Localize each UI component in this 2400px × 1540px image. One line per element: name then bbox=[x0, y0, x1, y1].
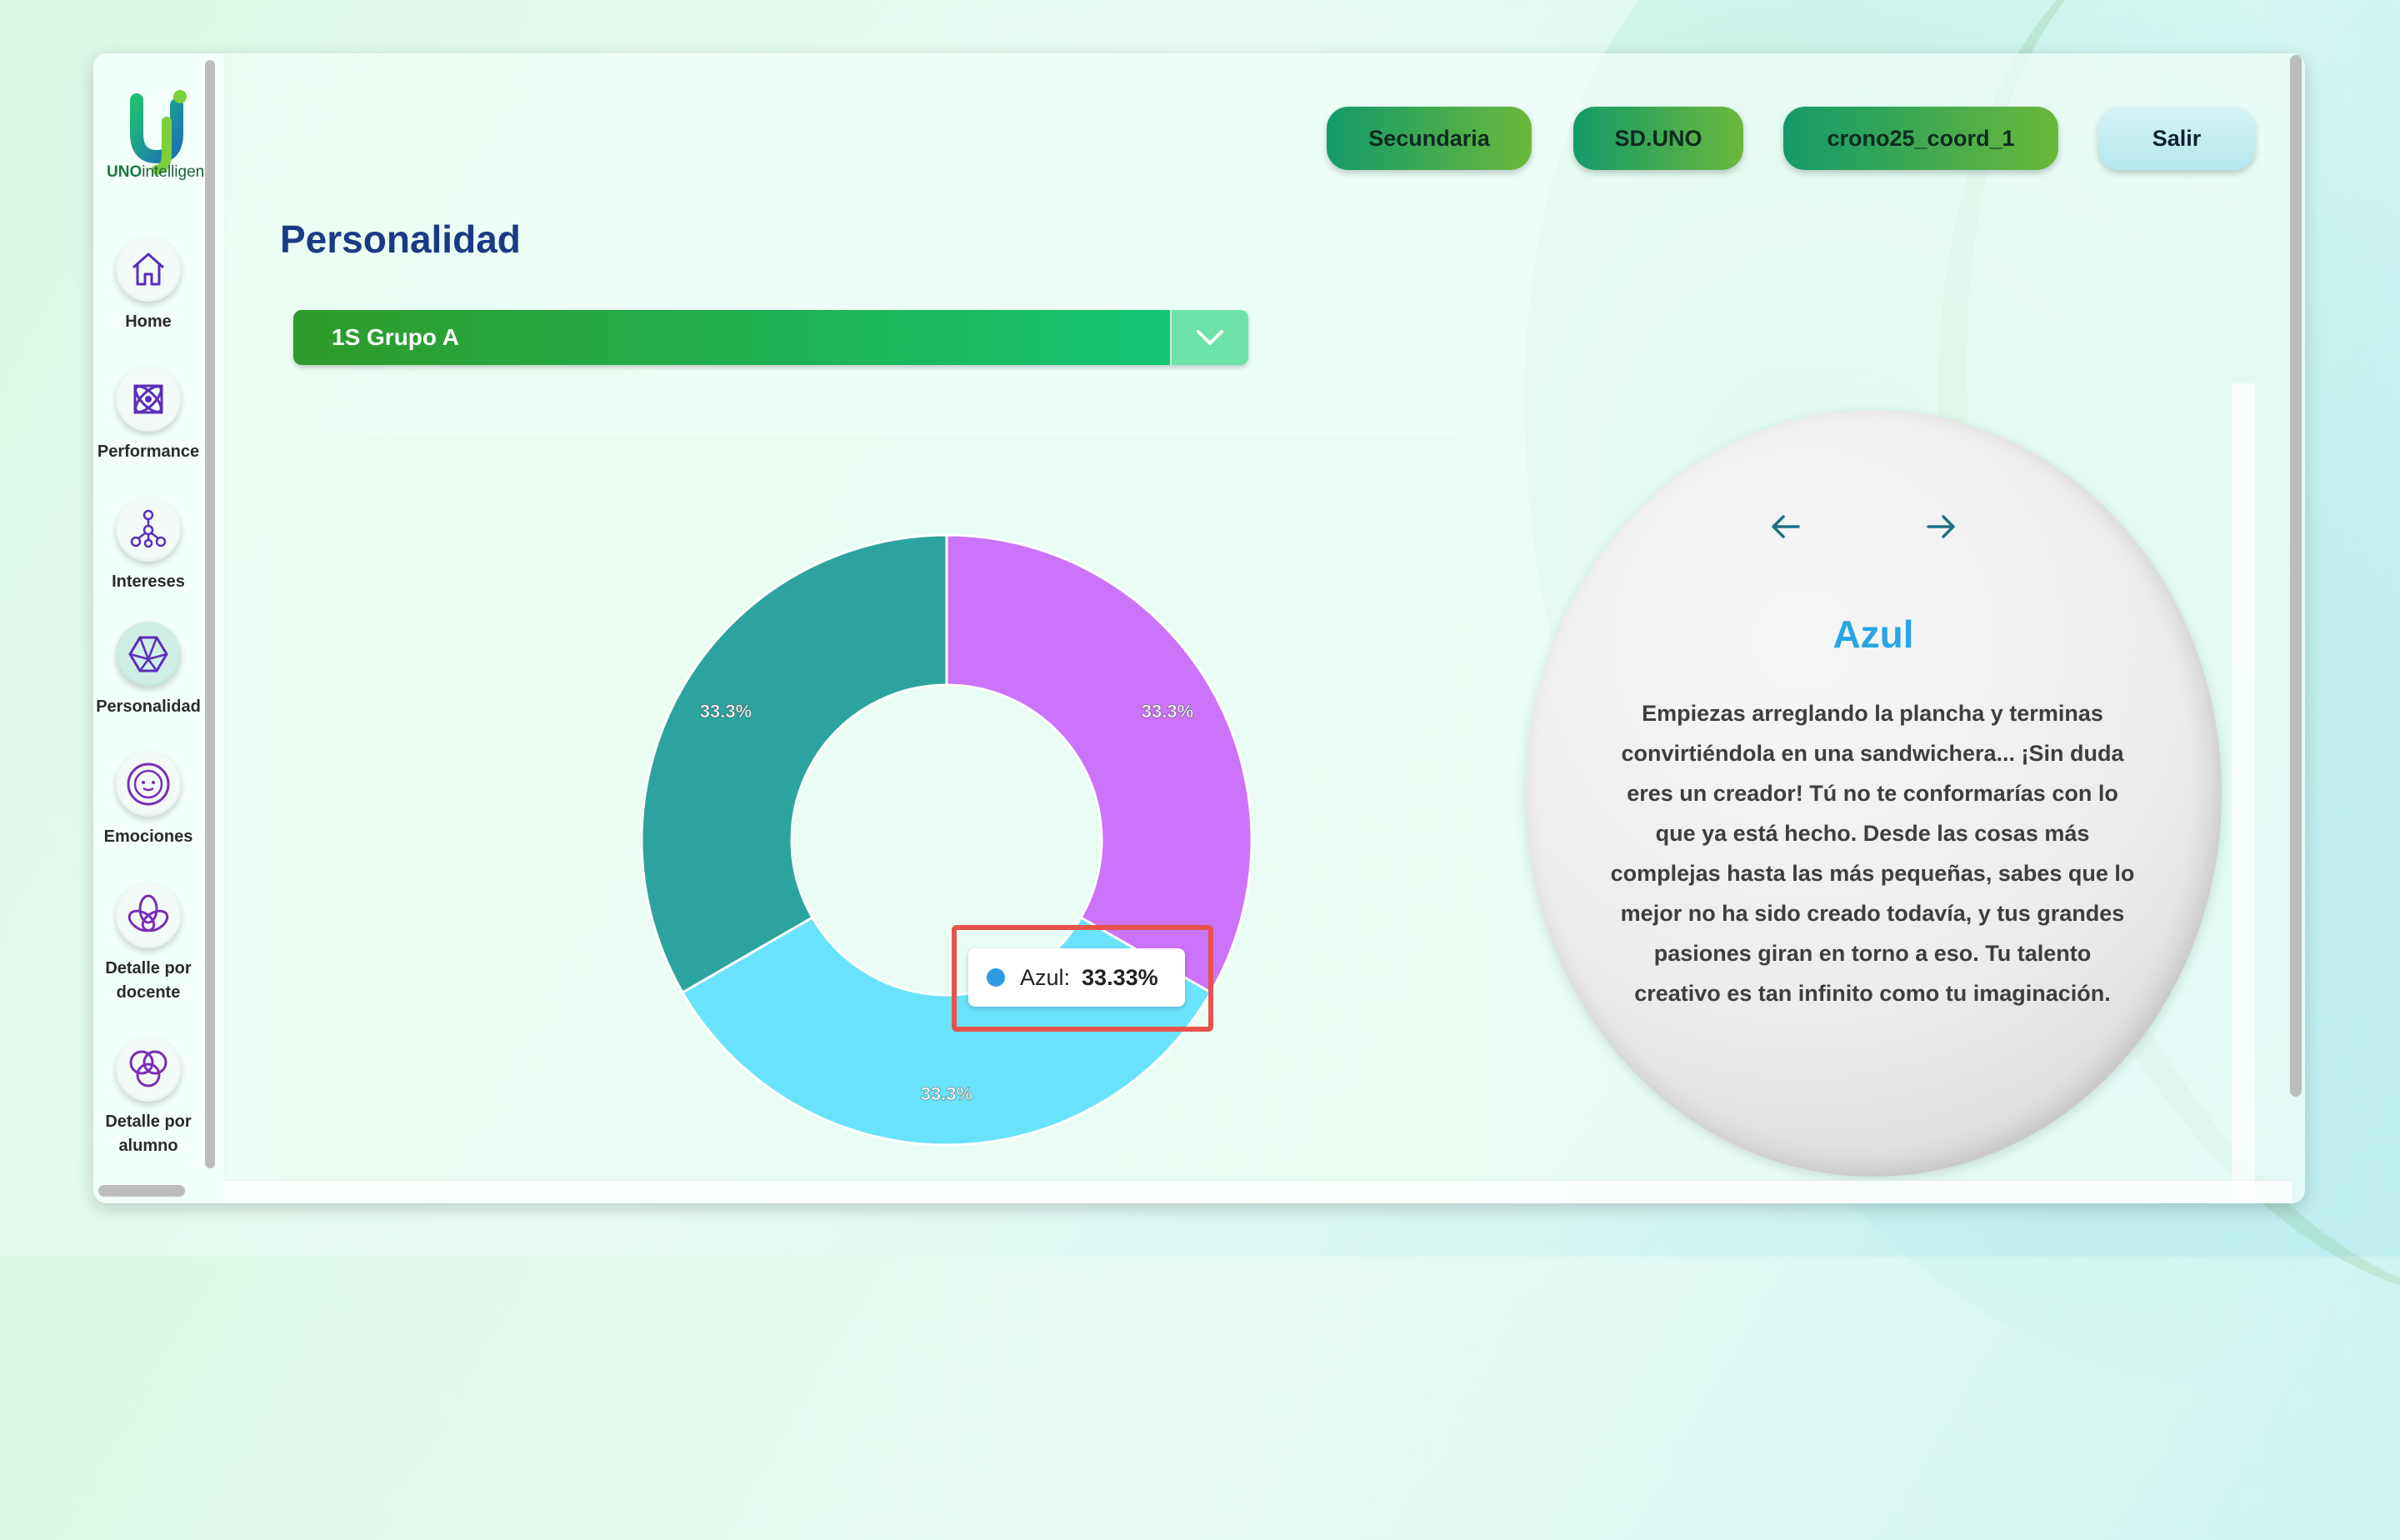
chart-card: 33.3% 33.3% 33.3% bbox=[280, 437, 1483, 1203]
flower-icon bbox=[128, 894, 169, 932]
sidebar-item-performance[interactable]: Performance bbox=[93, 367, 203, 464]
group-select-toggle[interactable] bbox=[1170, 310, 1248, 365]
app-window: UNOintelligence Home Performance bbox=[93, 53, 2305, 1203]
logo-text: UNOintelligence bbox=[107, 163, 205, 181]
tooltip-highlight-box bbox=[952, 925, 1213, 1032]
face-icon bbox=[127, 762, 170, 806]
bottom-edge bbox=[225, 1180, 2292, 1203]
system-button[interactable]: SD.UNO bbox=[1573, 107, 1743, 170]
sidebar-item-label: Intereses bbox=[112, 572, 185, 591]
donut-chart: 33.3% 33.3% 33.3% bbox=[640, 533, 1253, 1147]
sidebar-item-label: Home bbox=[125, 312, 172, 331]
sidebar-item-emociones[interactable]: Emociones bbox=[93, 752, 203, 849]
atom-icon bbox=[133, 384, 163, 414]
arrow-left-icon[interactable] bbox=[1767, 508, 1803, 545]
donut-data-label: 33.3% bbox=[700, 701, 752, 722]
sidebar-item-label: Performance bbox=[97, 442, 200, 461]
level-button[interactable]: Secundaria bbox=[1327, 107, 1532, 170]
sidebar-item-detalle-docente[interactable]: Detalle por docente bbox=[93, 883, 203, 1005]
sidebar-item-detalle-alumno[interactable]: Detalle por alumno bbox=[93, 1037, 203, 1158]
sidebar-item-label: Detalle por alumno bbox=[105, 1112, 192, 1155]
main-scrollbar[interactable] bbox=[2290, 55, 2302, 1097]
detail-description: Empiezas arreglando la plancha y termina… bbox=[1610, 701, 2135, 1006]
polyhedron-icon bbox=[128, 636, 168, 672]
sidebar: UNOintelligence Home Performance bbox=[93, 53, 226, 1203]
chevron-down-icon bbox=[1197, 330, 1223, 345]
sidebar-horizontal-scrollbar[interactable] bbox=[98, 1185, 185, 1197]
sidebar-item-label: Detalle por docente bbox=[105, 959, 192, 1002]
group-select-value: 1S Grupo A bbox=[332, 324, 459, 350]
donut-data-label: 33.3% bbox=[921, 1083, 972, 1104]
detail-scrollbar[interactable] bbox=[2232, 383, 2255, 1203]
sidebar-item-label: Personalidad bbox=[96, 698, 201, 716]
sidebar-item-personalidad[interactable]: Personalidad bbox=[93, 622, 203, 719]
sidebar-item-label: Emociones bbox=[103, 828, 193, 846]
group-select[interactable]: 1S Grupo A bbox=[293, 310, 1248, 365]
user-button[interactable]: crono25_coord_1 bbox=[1783, 107, 2058, 170]
donut-data-label: 33.3% bbox=[1142, 701, 1193, 722]
home-icon bbox=[132, 252, 164, 286]
logout-button[interactable]: Salir bbox=[2098, 107, 2255, 170]
network-icon bbox=[130, 509, 167, 548]
donut-slice-verde[interactable] bbox=[640, 533, 948, 995]
detail-title: Azul bbox=[1832, 612, 1914, 656]
circles-icon bbox=[129, 1050, 168, 1088]
sidebar-item-home[interactable]: Home bbox=[93, 237, 203, 334]
sidebar-item-intereses[interactable]: Intereses bbox=[93, 497, 203, 594]
arrow-right-icon[interactable] bbox=[1923, 508, 1960, 545]
donut-slice-rosa[interactable] bbox=[945, 533, 1253, 995]
sidebar-scrollbar[interactable] bbox=[205, 60, 215, 1168]
page-title: Personalidad bbox=[280, 218, 521, 261]
